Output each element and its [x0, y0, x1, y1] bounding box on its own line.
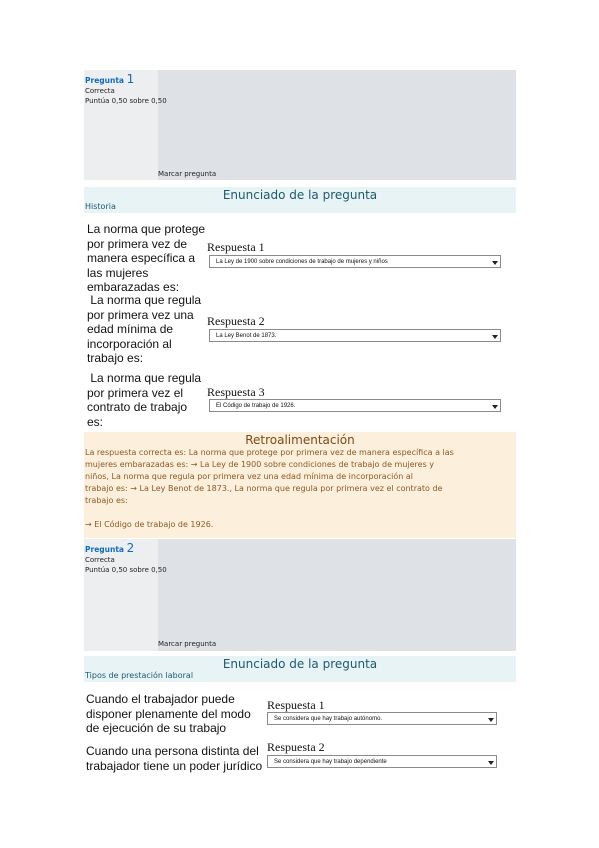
question-2-grade: Puntúa 0,50 sobre 0,50: [85, 566, 167, 574]
select-value: Se considera que hay trabajo autónomo.: [274, 716, 383, 722]
question-topic: Tipos de prestación laboral: [85, 671, 194, 680]
text-line: disponer plenamente del modo: [86, 706, 251, 721]
question-2-label: Pregunta 2: [85, 541, 134, 555]
feedback-line: niños, La norma que regula por primera v…: [85, 472, 413, 481]
chevron-down-icon: [492, 261, 498, 265]
question-1-item-1-text: La norma que protege por primera vez de …: [87, 222, 205, 295]
question-label-text: Pregunta: [85, 76, 124, 85]
select-value: Se considera que hay trabajo dependiente: [274, 759, 387, 765]
select-value: La Ley Benot de 1873.: [216, 333, 277, 339]
question-2-response-1-label: Respuesta 1: [267, 698, 325, 712]
select-value: La Ley de 1900 sobre condiciones de trab…: [216, 259, 388, 265]
question-1-response-3-label: Respuesta 3: [207, 385, 265, 399]
question-2-item-2-text: Cuando una persona distinta del trabajad…: [86, 744, 262, 773]
feedback-line: mujeres embarazadas es: → La Ley de 1900…: [85, 460, 435, 469]
feedback-header: Retroalimentación: [245, 433, 355, 447]
question-1-response-2-select[interactable]: La Ley Benot de 1873.: [209, 329, 501, 342]
question-1-response-1-select[interactable]: La Ley de 1900 sobre condiciones de trab…: [209, 255, 501, 268]
chevron-down-icon: [492, 335, 498, 339]
question-1-item-3-text: La norma que regula por primera vez el c…: [87, 371, 201, 429]
chevron-down-icon: [488, 718, 494, 722]
question-2-state: Correcta: [85, 556, 115, 564]
question-1-grade: Puntúa 0,50 sobre 0,50: [85, 97, 167, 105]
question-1-feedback: Retroalimentación La respuesta correcta …: [84, 432, 516, 538]
text-line: por primera vez el: [87, 385, 184, 400]
question-1-response-2-label: Respuesta 2: [207, 314, 265, 328]
text-line: La norma que protege: [87, 222, 206, 236]
question-2-item-1-text: Cuando el trabajador puede disponer plen…: [86, 692, 251, 736]
question-topic: Historia: [85, 202, 116, 211]
question-2-info: Pregunta 2 Correcta Puntúa 0,50 sobre 0,…: [84, 539, 516, 651]
question-1-flag-link[interactable]: Marcar pregunta: [158, 170, 216, 178]
feedback-line: La respuesta correcta es: La norma que p…: [85, 448, 454, 457]
text-line: La norma que regula: [87, 293, 202, 307]
question-1-state: Correcta: [85, 87, 115, 95]
question-number: 2: [126, 541, 135, 555]
question-2-statement: Enunciado de la pregunta Tipos de presta…: [84, 656, 516, 682]
text-line: Cuando una persona distinta del: [86, 744, 259, 758]
text-line: Cuando el trabajador puede: [86, 692, 235, 706]
text-line: trabajador tiene un poder jurídico: [86, 758, 263, 773]
feedback-line: trabajo es:: [85, 496, 128, 505]
chevron-down-icon: [492, 405, 498, 409]
text-line: las mujeres: [87, 265, 149, 280]
text-line: edad mínima de: [87, 322, 174, 336]
select-value: El Código de trabajo de 1926.: [216, 403, 296, 409]
question-1-statement: Enunciado de la pregunta Historia: [84, 187, 516, 213]
feedback-line: → El Código de trabajo de 1926.: [85, 520, 214, 529]
feedback-line: trabajo es: → La Ley Benot de 1873., La …: [85, 484, 443, 493]
question-number: 1: [126, 72, 135, 86]
text-line: La norma que regula: [87, 371, 202, 385]
statement-header: Enunciado de la pregunta: [222, 657, 378, 671]
question-1-item-2-text: La norma que regula por primera vez una …: [87, 293, 201, 366]
text-line: trabajo es:: [87, 351, 144, 365]
text-line: manera específica a: [87, 251, 196, 265]
question-1-info: Pregunta 1 Correcta Puntúa 0,50 sobre 0,…: [84, 70, 516, 180]
question-2-response-1-select[interactable]: Se considera que hay trabajo autónomo.: [267, 712, 497, 725]
text-line: de ejecución de su trabajo: [86, 721, 227, 735]
question-1-response-3-select[interactable]: El Código de trabajo de 1926.: [209, 399, 501, 412]
chevron-down-icon: [488, 761, 494, 765]
text-line: por primera vez de: [87, 236, 188, 251]
text-line: es:: [87, 414, 104, 429]
question-2-response-2-select[interactable]: Se considera que hay trabajo dependiente: [267, 755, 497, 768]
question-label-text: Pregunta: [85, 545, 124, 554]
question-2-flag-link[interactable]: Marcar pregunta: [158, 640, 216, 648]
text-line: contrato de trabajo: [87, 400, 188, 414]
question-1-label: Pregunta 1: [85, 72, 134, 86]
text-line: incorporación al: [87, 336, 172, 351]
text-line: por primera vez una: [87, 307, 194, 322]
question-1-response-1-label: Respuesta 1: [207, 240, 265, 254]
statement-header: Enunciado de la pregunta: [222, 188, 378, 202]
question-2-response-2-label: Respuesta 2: [267, 740, 325, 754]
